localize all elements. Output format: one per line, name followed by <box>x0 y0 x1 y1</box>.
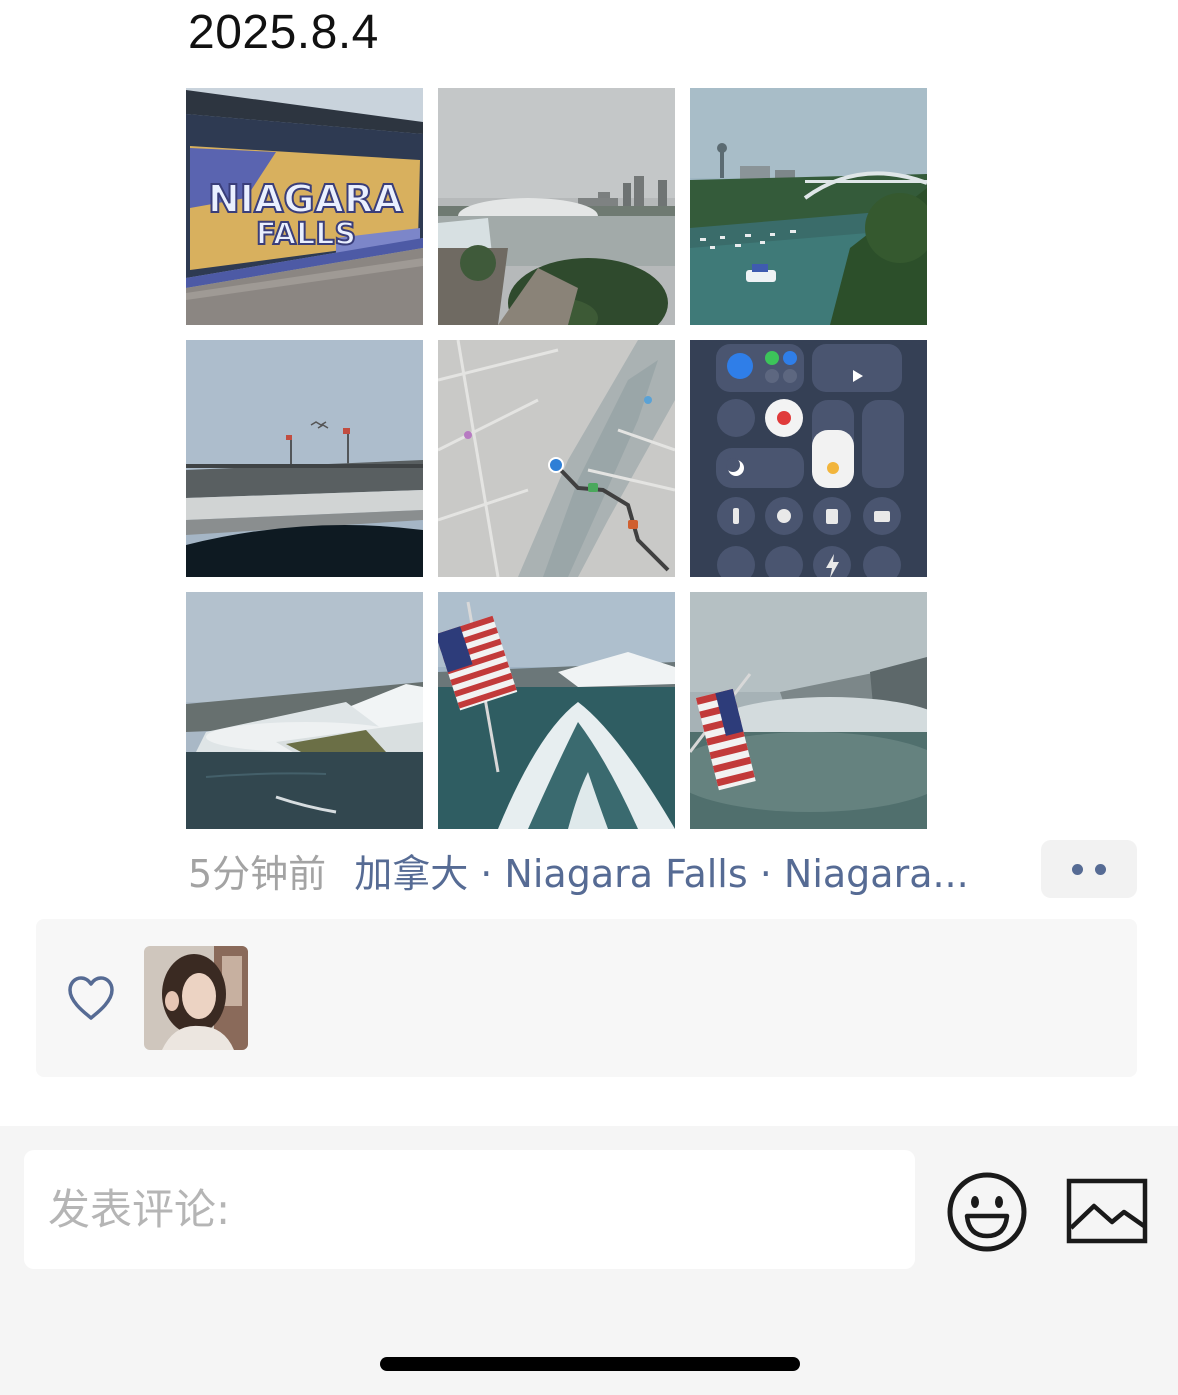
niagara-falls-mural-photo: NIAGARA FALLS <box>186 88 423 325</box>
bridge-flags-photo <box>186 340 423 577</box>
boat-flag-wake-photo <box>438 592 675 829</box>
post-text: 2025.8.4 <box>188 6 379 59</box>
liker-avatar-image <box>144 946 248 1050</box>
map-route-screenshot <box>438 340 675 577</box>
post-location-link[interactable]: 加拿大 · Niagara Falls · Niagara... <box>354 843 969 898</box>
liker-avatar[interactable] <box>144 946 248 1050</box>
boat-flag-falls-mist-photo <box>690 592 927 829</box>
comment-input[interactable] <box>48 1150 888 1269</box>
horseshoe-falls-skyline-photo <box>438 88 675 325</box>
smiley-face-icon[interactable] <box>945 1170 1029 1254</box>
photo-thumbnail-rainbow-bridge[interactable] <box>690 88 927 325</box>
photo-thumbnail-bridge-flags[interactable] <box>186 340 423 577</box>
photo-thumbnail-horseshoe-falls[interactable] <box>438 88 675 325</box>
more-actions-button[interactable] <box>1041 840 1137 898</box>
svg-text:FALLS: FALLS <box>256 217 356 252</box>
photo-thumbnail-boat-flag-mist[interactable] <box>690 592 927 829</box>
more-dots-icon <box>1072 863 1083 875</box>
photo-thumbnail-american-falls[interactable] <box>186 592 423 829</box>
home-indicator <box>380 1357 800 1371</box>
control-center-screenshot <box>690 340 927 577</box>
comment-input-container <box>24 1150 915 1269</box>
comment-bar <box>0 1126 1178 1395</box>
photo-thumbnail-niagara-mural[interactable]: NIAGARA FALLS <box>186 88 423 325</box>
photo-thumbnail-boat-flag-wake[interactable] <box>438 592 675 829</box>
photo-thumbnail-control-center[interactable] <box>690 340 927 577</box>
likes-panel <box>36 919 1137 1077</box>
svg-text:NIAGARA: NIAGARA <box>208 177 403 221</box>
more-dots-icon <box>1095 863 1106 875</box>
photo-thumbnail-map-route[interactable] <box>438 340 675 577</box>
american-falls-photo <box>186 592 423 829</box>
rainbow-bridge-river-photo <box>690 88 927 325</box>
photo-grid: NIAGARA FALLS <box>186 88 927 829</box>
post-meta-row: 5分钟前 加拿大 · Niagara Falls · Niagara... <box>188 840 969 900</box>
post-timestamp: 5分钟前 <box>188 851 327 896</box>
image-icon[interactable] <box>1066 1178 1148 1244</box>
heart-outline-icon <box>68 976 114 1020</box>
